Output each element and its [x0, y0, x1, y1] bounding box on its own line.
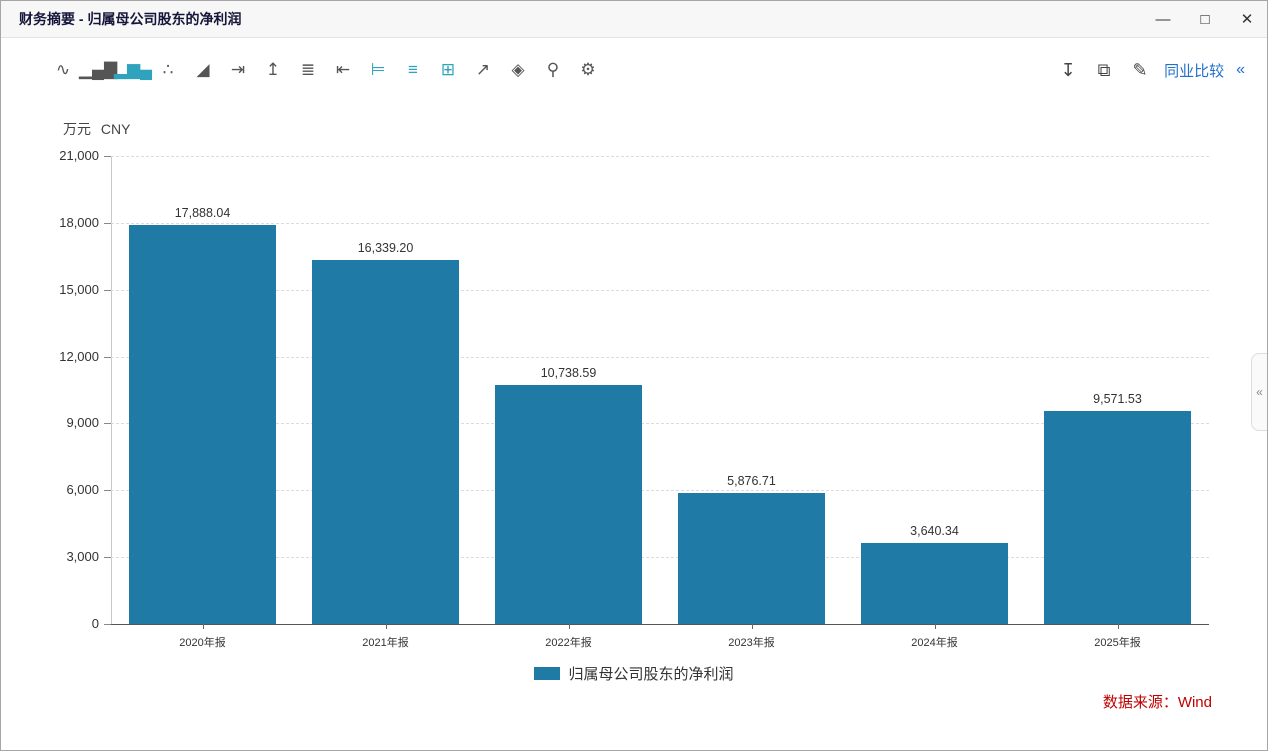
legend-swatch[interactable]: [534, 667, 560, 680]
hbar-axis-icon[interactable]: ⊨: [366, 58, 390, 82]
bar-value-label: 17,888.04: [123, 206, 283, 220]
x-tick-label: 2024年报: [855, 634, 1015, 650]
y-tick-label: 12,000: [29, 349, 99, 364]
legend-label[interactable]: 归属母公司股东的净利润: [568, 663, 733, 684]
area-chart-icon[interactable]: ◢: [191, 58, 215, 82]
y-tick-label: 15,000: [29, 282, 99, 297]
y-tick-label: 21,000: [29, 148, 99, 163]
bar[interactable]: [678, 493, 824, 624]
y-tick-label: 0: [29, 616, 99, 631]
y-axis-unit-label: 万元 CNY: [63, 119, 130, 139]
maximize-button[interactable]: □: [1195, 11, 1215, 28]
panel-collapse-handle[interactable]: «: [1251, 353, 1267, 431]
collapse-chevrons-icon[interactable]: «: [1236, 61, 1245, 79]
x-axis-tick: [569, 624, 570, 629]
x-tick-label: 2020年报: [123, 634, 283, 650]
y-axis-tick: [104, 357, 111, 358]
x-axis-tick: [386, 624, 387, 629]
y-axis-tick: [104, 423, 111, 424]
bar-right-icon[interactable]: ⇥: [226, 58, 250, 82]
gridline: [111, 290, 1209, 291]
data-source-label: 数据来源：Wind: [1103, 691, 1212, 712]
x-axis-line: [111, 624, 1209, 625]
bar-value-label: 16,339.20: [306, 241, 466, 255]
chart-type-toolbar: ∿ ▁▄▇ ▂▆▄ ∴ ◢ ⇥ ↥ ≣ ⇤ ⊨ ≡ ⊞ ↗ ◈ ⚲ ⚙: [51, 58, 600, 82]
y-axis-line: [111, 156, 112, 624]
window-controls: — □ ✕: [1153, 1, 1257, 37]
trend-line-icon[interactable]: ↗: [471, 58, 495, 82]
stacked-bar-icon[interactable]: ≣: [296, 58, 320, 82]
bar-top-icon[interactable]: ↥: [261, 58, 285, 82]
fill-style-icon[interactable]: ◈: [506, 58, 530, 82]
x-tick-label: 2023年报: [672, 634, 832, 650]
x-axis-tick: [1118, 624, 1119, 629]
bar-left-icon[interactable]: ⇤: [331, 58, 355, 82]
line-chart-icon[interactable]: ∿: [51, 58, 75, 82]
bar[interactable]: [495, 385, 641, 624]
y-tick-label: 9,000: [29, 415, 99, 430]
close-button[interactable]: ✕: [1237, 10, 1257, 28]
y-axis-tick: [104, 290, 111, 291]
x-tick-label: 2025年报: [1038, 634, 1198, 650]
legend: 归属母公司股东的净利润: [1, 663, 1267, 684]
copy-icon[interactable]: ⧉: [1092, 58, 1116, 82]
x-axis-tick: [935, 624, 936, 629]
peer-comparison-link[interactable]: 同业比较: [1164, 60, 1224, 81]
bar-chart: 万元 CNY 0 3,000 6,000 9,000 12,000 15,000 18,00…: [1, 1, 1267, 750]
bar[interactable]: [129, 225, 275, 624]
column-chart-icon[interactable]: ▁▄▇: [86, 58, 110, 82]
titlebar: 财务摘要 - 归属母公司股东的净利润 — □ ✕: [1, 1, 1267, 38]
gridline: [111, 156, 1209, 157]
app-window: 财务摘要 - 归属母公司股东的净利润 — □ ✕ ∿ ▁▄▇ ▂▆▄ ∴ ◢ ⇥ ↥ ≣ ⇤ ⊨ ≡…: [0, 0, 1268, 751]
x-axis-tick: [203, 624, 204, 629]
edit-chart-icon[interactable]: ✎: [1128, 58, 1152, 82]
hbar-bottom-icon[interactable]: ≡: [401, 58, 425, 82]
bar-value-label: 3,640.34: [855, 524, 1015, 538]
x-axis-tick: [752, 624, 753, 629]
y-tick-label: 18,000: [29, 215, 99, 230]
toolbar-right-group: ↧ ⧉ ✎ 同业比较 «: [1056, 51, 1245, 89]
chart-toolbar: ∿ ▁▄▇ ▂▆▄ ∴ ◢ ⇥ ↥ ≣ ⇤ ⊨ ≡ ⊞ ↗ ◈ ⚲ ⚙ ↧ ⧉ ✎ 同业比较 «: [1, 51, 1267, 89]
y-tick-label: 3,000: [29, 549, 99, 564]
bar[interactable]: [312, 260, 458, 624]
gridline: [111, 357, 1209, 358]
settings-icon[interactable]: ⚙: [576, 58, 600, 82]
bar-value-label: 9,571.53: [1038, 392, 1198, 406]
y-tick-label: 6,000: [29, 482, 99, 497]
y-axis-tick: [104, 490, 111, 491]
y-axis-tick: [104, 624, 111, 625]
x-tick-label: 2022年报: [489, 634, 649, 650]
bar-value-label: 10,738.59: [489, 366, 649, 380]
zoom-icon[interactable]: ⚲: [541, 58, 565, 82]
x-tick-label: 2021年报: [306, 634, 466, 650]
currency-text: CNY: [101, 121, 131, 137]
grid-chart-icon[interactable]: ⊞: [436, 58, 460, 82]
bar-value-label: 5,876.71: [672, 474, 832, 488]
bar[interactable]: [1044, 411, 1190, 624]
bar[interactable]: [861, 543, 1007, 624]
gridline: [111, 223, 1209, 224]
unit-text: 万元: [63, 121, 91, 137]
y-axis-tick: [104, 557, 111, 558]
y-axis-tick: [104, 156, 111, 157]
y-axis-tick: [104, 223, 111, 224]
scatter-chart-icon[interactable]: ∴: [156, 58, 180, 82]
column-dashed-chart-icon[interactable]: ▂▆▄: [121, 58, 145, 82]
download-icon[interactable]: ↧: [1056, 58, 1080, 82]
minimize-button[interactable]: —: [1153, 11, 1173, 28]
window-title: 财务摘要 - 归属母公司股东的净利润: [19, 9, 241, 29]
